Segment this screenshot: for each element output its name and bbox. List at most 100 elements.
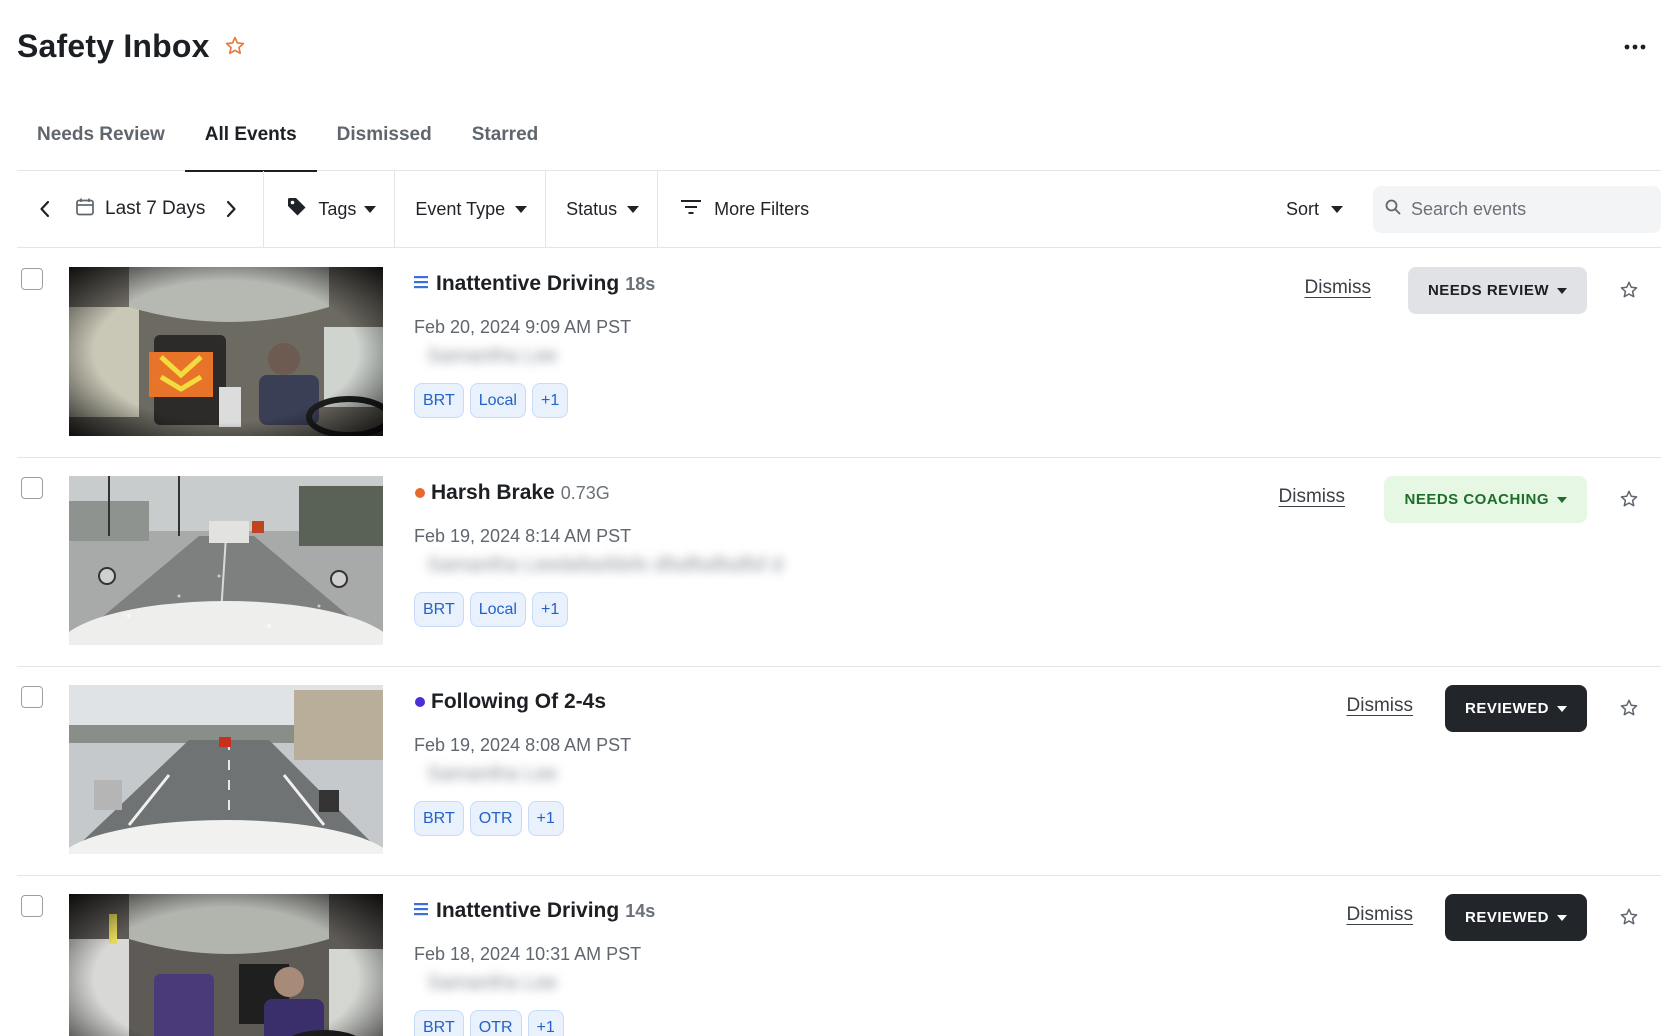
star-icon[interactable]: [1617, 696, 1641, 720]
tag-chip[interactable]: BRT: [414, 383, 464, 418]
driver-name: Samantha Lee: [427, 345, 558, 367]
more-horizontal-icon[interactable]: [1620, 32, 1650, 62]
tab-all-events[interactable]: All Events: [184, 110, 317, 172]
event-timestamp: Feb 20, 2024 9:09 AM PST: [414, 317, 632, 337]
event-title[interactable]: Harsh Brake: [431, 481, 555, 505]
tag-chip[interactable]: OTR: [469, 1010, 522, 1036]
event-timestamp: Feb 19, 2024 8:08 AM PST: [414, 735, 632, 755]
row-checkbox[interactable]: [21, 895, 43, 917]
date-range-filter: Last 7 Days: [17, 170, 265, 248]
tags-filter: Tags: [264, 170, 396, 248]
event-thumbnail[interactable]: [69, 894, 383, 1036]
tag-chip[interactable]: Local: [469, 383, 526, 418]
tag-chip[interactable]: +1: [527, 1010, 564, 1036]
more-filters-button[interactable]: More Filters: [680, 189, 817, 229]
caret-down-icon: [515, 205, 528, 213]
event-title[interactable]: Following Of 2-4s: [431, 690, 606, 714]
tag-list: BRT Local +1: [414, 592, 569, 627]
driver-name: Samantha Lee: [427, 972, 558, 994]
status-dropdown[interactable]: REVIEWED: [1444, 894, 1587, 941]
row-checkbox[interactable]: [21, 268, 43, 290]
caret-down-icon: [1557, 705, 1567, 712]
row-checkbox[interactable]: [21, 686, 43, 708]
more-filters-label: More Filters: [714, 198, 810, 219]
event-thumbnail[interactable]: [69, 685, 383, 854]
more-filters: More Filters: [658, 171, 835, 248]
event-title-row: Inattentive Driving 14s: [414, 896, 655, 926]
tag-chip[interactable]: BRT: [414, 1010, 464, 1036]
event-row[interactable]: Inattentive Driving 14s Feb 18, 2024 10:…: [17, 876, 1661, 1036]
date-range-label: Last 7 Days: [105, 198, 206, 219]
tags-filter-label: Tags: [318, 198, 357, 219]
tag-icon: [286, 196, 308, 223]
event-thumbnail[interactable]: [69, 267, 383, 436]
sort-button[interactable]: Sort: [1286, 189, 1343, 229]
list-icon: [414, 275, 428, 294]
event-type-filter: Event Type: [395, 170, 547, 248]
event-row[interactable]: Following Of 2-4s Feb 19, 2024 8:08 AM P…: [17, 667, 1661, 876]
page-header: Safety Inbox: [17, 24, 1672, 68]
status-label: NEEDS REVIEW: [1427, 282, 1549, 299]
tag-chip[interactable]: +1: [527, 801, 564, 836]
event-duration: 18s: [625, 273, 656, 294]
tag-chip[interactable]: Local: [469, 592, 526, 627]
tag-chip[interactable]: BRT: [414, 801, 464, 836]
event-indicator-dot: [415, 488, 425, 498]
dismiss-button[interactable]: Dismiss: [1347, 695, 1414, 717]
event-duration: 14s: [625, 900, 656, 921]
event-row[interactable]: Inattentive Driving 18s Feb 20, 2024 9:0…: [17, 249, 1661, 458]
star-icon[interactable]: [1617, 905, 1641, 929]
tag-list: BRT OTR +1: [414, 801, 564, 836]
event-title[interactable]: Inattentive Driving: [436, 899, 619, 923]
event-thumbnail[interactable]: [69, 476, 383, 645]
status-dropdown[interactable]: NEEDS COACHING: [1384, 476, 1587, 523]
row-checkbox[interactable]: [21, 477, 43, 499]
event-title-row: Harsh Brake 0.73G: [414, 478, 610, 508]
tag-chip[interactable]: +1: [531, 592, 569, 627]
dismiss-button[interactable]: Dismiss: [1347, 904, 1414, 926]
event-indicator-dot: [415, 697, 425, 707]
chevron-left-icon[interactable]: [31, 195, 59, 223]
status-dropdown[interactable]: NEEDS REVIEW: [1407, 267, 1587, 314]
sort-label: Sort: [1285, 198, 1319, 219]
status-label: REVIEWED: [1464, 700, 1549, 717]
caret-down-icon: [1557, 496, 1567, 503]
driver-name: Samantha Lee: [427, 763, 558, 785]
status-filter-button[interactable]: Status: [566, 189, 640, 229]
event-title-row: Inattentive Driving 18s: [414, 269, 655, 299]
tag-list: BRT Local +1: [414, 383, 569, 418]
page-title: Safety Inbox: [17, 27, 210, 64]
dismiss-button[interactable]: Dismiss: [1305, 277, 1372, 299]
tab-dismissed[interactable]: Dismissed: [317, 110, 452, 171]
search-icon: [1385, 199, 1401, 220]
tag-chip[interactable]: BRT: [414, 592, 464, 627]
status-dropdown[interactable]: REVIEWED: [1444, 685, 1587, 732]
caret-down-icon: [1557, 287, 1567, 294]
favorite-star-icon[interactable]: [222, 33, 248, 59]
event-row[interactable]: Harsh Brake 0.73G Feb 19, 2024 8:14 AM P…: [17, 458, 1661, 667]
star-icon[interactable]: [1617, 487, 1641, 511]
tab-needs-review[interactable]: Needs Review: [17, 110, 185, 171]
dismiss-button[interactable]: Dismiss: [1279, 486, 1346, 508]
tags-filter-button[interactable]: Tags: [286, 189, 377, 229]
date-range-button[interactable]: Last 7 Days: [75, 189, 217, 229]
filter-lines-icon: [680, 198, 702, 221]
filter-bar: Last 7 Days Tags Event Type Status More …: [17, 170, 1661, 248]
status-filter: Status: [546, 170, 659, 248]
event-type-filter-label: Event Type: [415, 198, 506, 219]
tag-chip[interactable]: OTR: [469, 801, 522, 836]
chevron-right-icon[interactable]: [217, 195, 245, 223]
star-icon[interactable]: [1617, 278, 1641, 302]
caret-down-icon: [1557, 914, 1567, 921]
driver-name: Samantha Leedafasfdsfs dfsdfsdfsdfsf d: [427, 554, 783, 576]
list-icon: [414, 902, 428, 921]
inbox-tabs: Needs Review All Events Dismissed Starre…: [17, 110, 1661, 172]
event-severity: 0.73G: [560, 482, 610, 503]
tag-chip[interactable]: +1: [531, 383, 569, 418]
tab-starred[interactable]: Starred: [452, 110, 559, 171]
event-type-filter-button[interactable]: Event Type: [415, 189, 528, 229]
event-title[interactable]: Inattentive Driving: [436, 272, 619, 296]
caret-down-icon: [627, 205, 640, 213]
search-input[interactable]: [1411, 199, 1651, 220]
caret-down-icon: [364, 205, 377, 213]
